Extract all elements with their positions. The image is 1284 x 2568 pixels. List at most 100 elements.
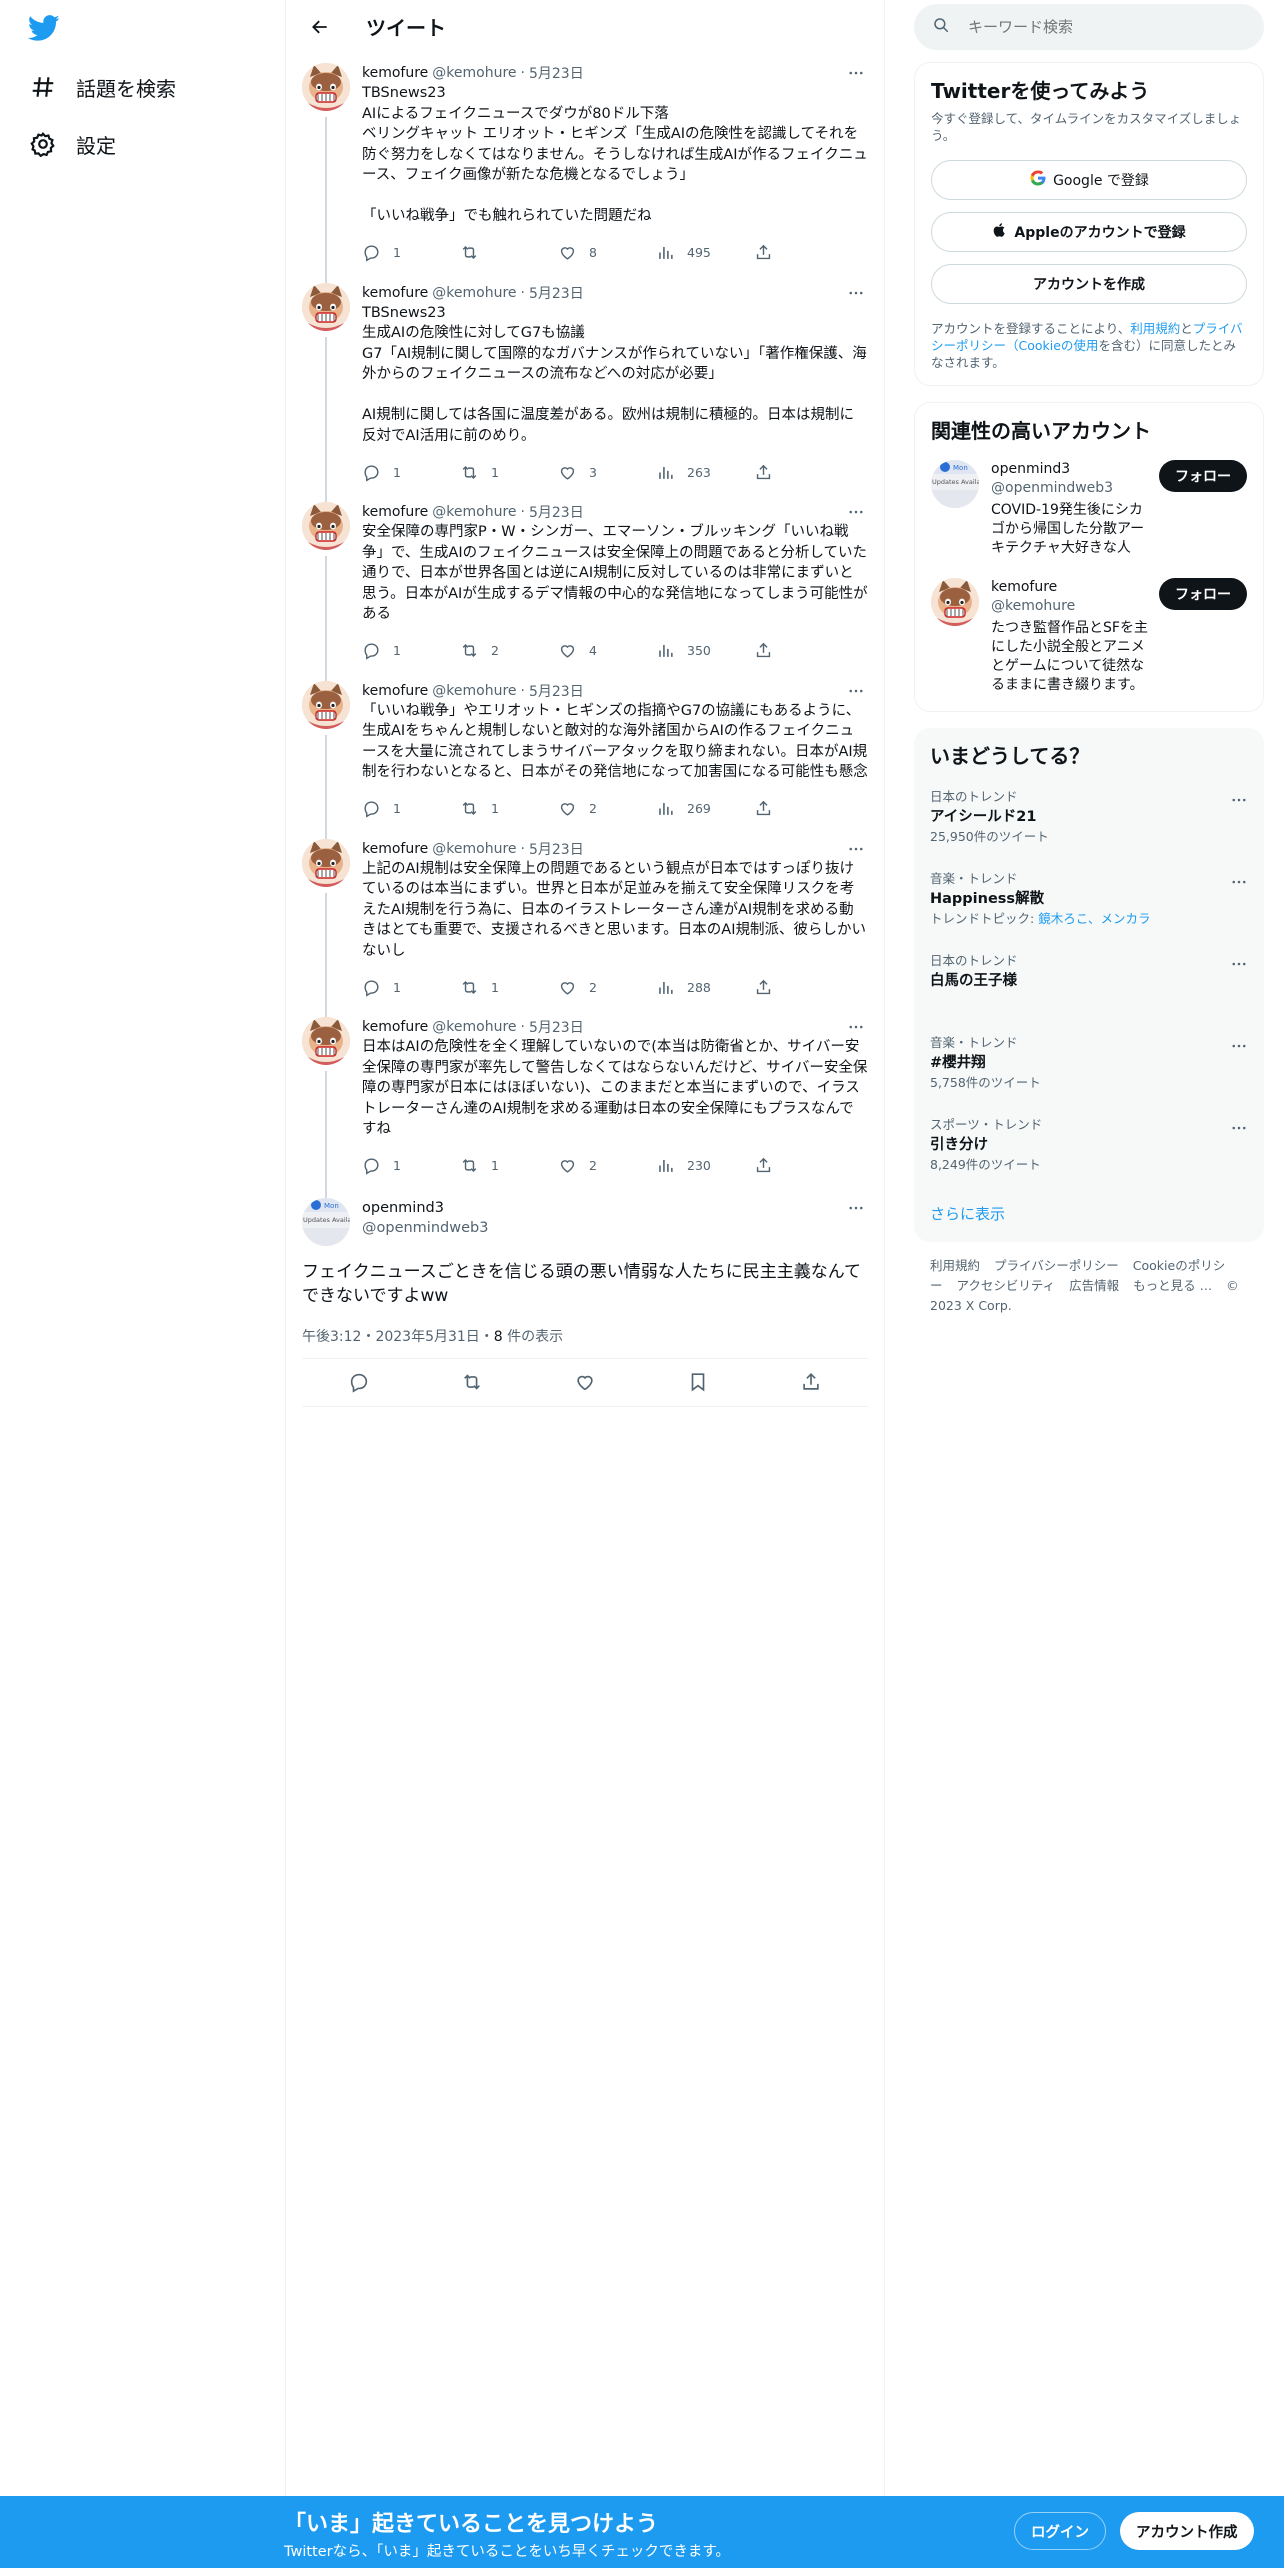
reply-button[interactable]: 1 bbox=[362, 978, 460, 997]
avatar[interactable] bbox=[931, 578, 979, 626]
author-name[interactable]: kemofure bbox=[362, 65, 428, 81]
follow-button[interactable]: フォロー bbox=[1159, 578, 1247, 610]
more-options-icon[interactable] bbox=[1230, 873, 1248, 895]
tweet[interactable]: kemofure @kemohure · 5月23日 TBSnews23 生成A… bbox=[286, 273, 884, 504]
trend-item[interactable]: 日本のトレンド アイシールド21 25,950件のツイート bbox=[914, 779, 1264, 861]
retweet-button[interactable]: 1 bbox=[460, 978, 558, 997]
tweet[interactable]: kemofure @kemohure · 5月23日 上記のAI規制は安全保障上… bbox=[286, 829, 884, 1019]
views-button[interactable]: 288 bbox=[656, 978, 754, 997]
share-button[interactable] bbox=[754, 978, 773, 997]
bookmark-icon[interactable] bbox=[678, 1362, 718, 1402]
share-button[interactable] bbox=[754, 1156, 773, 1175]
reply-button[interactable]: 1 bbox=[362, 243, 460, 262]
tweet-date[interactable]: 5月23日 bbox=[529, 1017, 584, 1037]
tweet[interactable]: kemofure @kemohure · 5月23日 日本はAIの危険性を全く理… bbox=[286, 1007, 884, 1198]
account-name[interactable]: openmind3 bbox=[991, 460, 1151, 479]
avatar[interactable] bbox=[302, 282, 350, 331]
author-name[interactable]: kemofure bbox=[362, 1019, 428, 1035]
author-handle[interactable]: @kemohure bbox=[432, 504, 516, 520]
views-button[interactable]: 263 bbox=[656, 463, 754, 482]
views-button[interactable]: 495 bbox=[656, 243, 754, 262]
more-options-icon[interactable] bbox=[1230, 955, 1248, 977]
more-options-icon[interactable] bbox=[1230, 1037, 1248, 1059]
more-options-icon[interactable] bbox=[1230, 1119, 1248, 1141]
avatar[interactable]: Mon Updates Available bbox=[302, 1197, 350, 1246]
share-button[interactable] bbox=[754, 799, 773, 818]
author-name[interactable]: kemofure bbox=[362, 504, 428, 520]
create-account-button[interactable]: アカウントを作成 bbox=[931, 264, 1247, 304]
reply-button[interactable]: 1 bbox=[362, 1156, 460, 1175]
views-button[interactable]: 230 bbox=[656, 1156, 754, 1175]
reply-button[interactable]: 1 bbox=[362, 463, 460, 482]
author-handle[interactable]: @kemohure bbox=[432, 1019, 516, 1035]
account-name[interactable]: kemofure bbox=[991, 578, 1151, 597]
follow-button[interactable]: フォロー bbox=[1159, 460, 1247, 492]
more-options-icon[interactable] bbox=[844, 502, 868, 522]
more-options-icon[interactable] bbox=[844, 283, 868, 303]
like-button[interactable]: 2 bbox=[558, 1156, 656, 1175]
like-button[interactable]: 8 bbox=[558, 243, 656, 262]
reply-button[interactable]: 1 bbox=[362, 799, 460, 818]
tweet-date[interactable]: 5月23日 bbox=[529, 839, 584, 859]
more-options-icon[interactable] bbox=[844, 63, 868, 83]
like-button[interactable]: 3 bbox=[558, 463, 656, 482]
login-button[interactable]: ログイン bbox=[1014, 2512, 1106, 2550]
like-button[interactable]: 2 bbox=[558, 978, 656, 997]
tweet-date[interactable]: 5月23日 bbox=[529, 63, 584, 83]
avatar[interactable] bbox=[302, 680, 350, 729]
avatar[interactable]: Mon Updates Available bbox=[931, 460, 979, 508]
trend-item[interactable]: 音楽・トレンド #櫻井翔 5,758件のツイート bbox=[914, 1025, 1264, 1107]
show-more-link[interactable]: さらに表示 bbox=[914, 1189, 1264, 1242]
tweet-date[interactable]: 5月23日 bbox=[529, 681, 584, 701]
account-handle[interactable]: @openmindweb3 bbox=[991, 479, 1151, 498]
back-arrow-icon[interactable] bbox=[302, 9, 338, 45]
footer-link[interactable]: アクセシビリティ bbox=[957, 1278, 1056, 1293]
like-button[interactable]: 2 bbox=[558, 799, 656, 818]
retweet-icon[interactable] bbox=[452, 1362, 492, 1402]
reply-button[interactable]: 1 bbox=[362, 641, 460, 660]
footer-link[interactable]: プライバシーポリシー bbox=[994, 1258, 1119, 1273]
avatar[interactable] bbox=[302, 502, 350, 550]
more-options-icon[interactable] bbox=[844, 681, 868, 701]
trend-item[interactable]: スポーツ・トレンド 引き分け 8,249件のツイート bbox=[914, 1107, 1264, 1189]
more-options-icon[interactable] bbox=[844, 839, 868, 859]
banner-signup-button[interactable]: アカウント作成 bbox=[1120, 2512, 1254, 2550]
nav-explore[interactable]: 話題を検索 bbox=[28, 65, 176, 109]
like-icon[interactable] bbox=[565, 1362, 605, 1402]
footer-link[interactable]: 広告情報 bbox=[1069, 1278, 1119, 1293]
share-button[interactable] bbox=[754, 641, 773, 660]
footer-link[interactable]: もっと見る … bbox=[1133, 1278, 1212, 1293]
retweet-button[interactable]: 1 bbox=[460, 799, 558, 818]
search-box[interactable] bbox=[914, 4, 1264, 50]
views-button[interactable]: 350 bbox=[656, 641, 754, 660]
retweet-button[interactable]: 1 bbox=[460, 1156, 558, 1175]
author-handle[interactable]: @kemohure bbox=[432, 285, 516, 301]
tweet[interactable]: kemofure @kemohure · 5月23日 TBSnews23 AIに… bbox=[286, 53, 884, 285]
share-button[interactable] bbox=[754, 463, 773, 482]
trend-related-link[interactable]: 鏡木ろこ、メンカラ bbox=[1038, 911, 1150, 926]
focus-author[interactable]: openmind3 @openmindweb3 bbox=[362, 1198, 488, 1238]
share-button[interactable] bbox=[754, 243, 773, 262]
google-signup-button[interactable]: Google で登録 bbox=[931, 160, 1247, 200]
trend-item[interactable]: 日本のトレンド 白馬の王子様 bbox=[914, 943, 1264, 1025]
nav-settings[interactable]: 設定 bbox=[28, 122, 116, 166]
author-handle[interactable]: @kemohure bbox=[432, 683, 516, 699]
focus-timestamp[interactable]: 午後3:12・2023年5月31日・ bbox=[302, 1329, 494, 1345]
tweet[interactable]: kemofure @kemohure · 5月23日 安全保障の専門家P・W・シ… bbox=[286, 492, 884, 683]
apple-signup-button[interactable]: Appleのアカウントで登録 bbox=[931, 212, 1247, 252]
avatar[interactable] bbox=[302, 63, 350, 111]
retweet-button[interactable]: 1 bbox=[460, 463, 558, 482]
account-handle[interactable]: @kemohure bbox=[991, 597, 1151, 616]
more-options-icon[interactable] bbox=[844, 1017, 868, 1037]
views-button[interactable]: 269 bbox=[656, 799, 754, 818]
more-options-icon[interactable] bbox=[1230, 791, 1248, 813]
author-name[interactable]: kemofure bbox=[362, 285, 428, 301]
share-icon[interactable] bbox=[791, 1362, 831, 1402]
reply-icon[interactable] bbox=[339, 1362, 379, 1402]
author-handle[interactable]: @kemohure bbox=[432, 841, 516, 857]
twitter-logo-icon[interactable] bbox=[27, 12, 64, 48]
retweet-button[interactable]: 2 bbox=[460, 641, 558, 660]
footer-link[interactable]: 利用規約 bbox=[930, 1258, 980, 1273]
author-name[interactable]: kemofure bbox=[362, 841, 428, 857]
tweet[interactable]: kemofure @kemohure · 5月23日 「いいね戦争」やエリオット… bbox=[286, 671, 884, 841]
